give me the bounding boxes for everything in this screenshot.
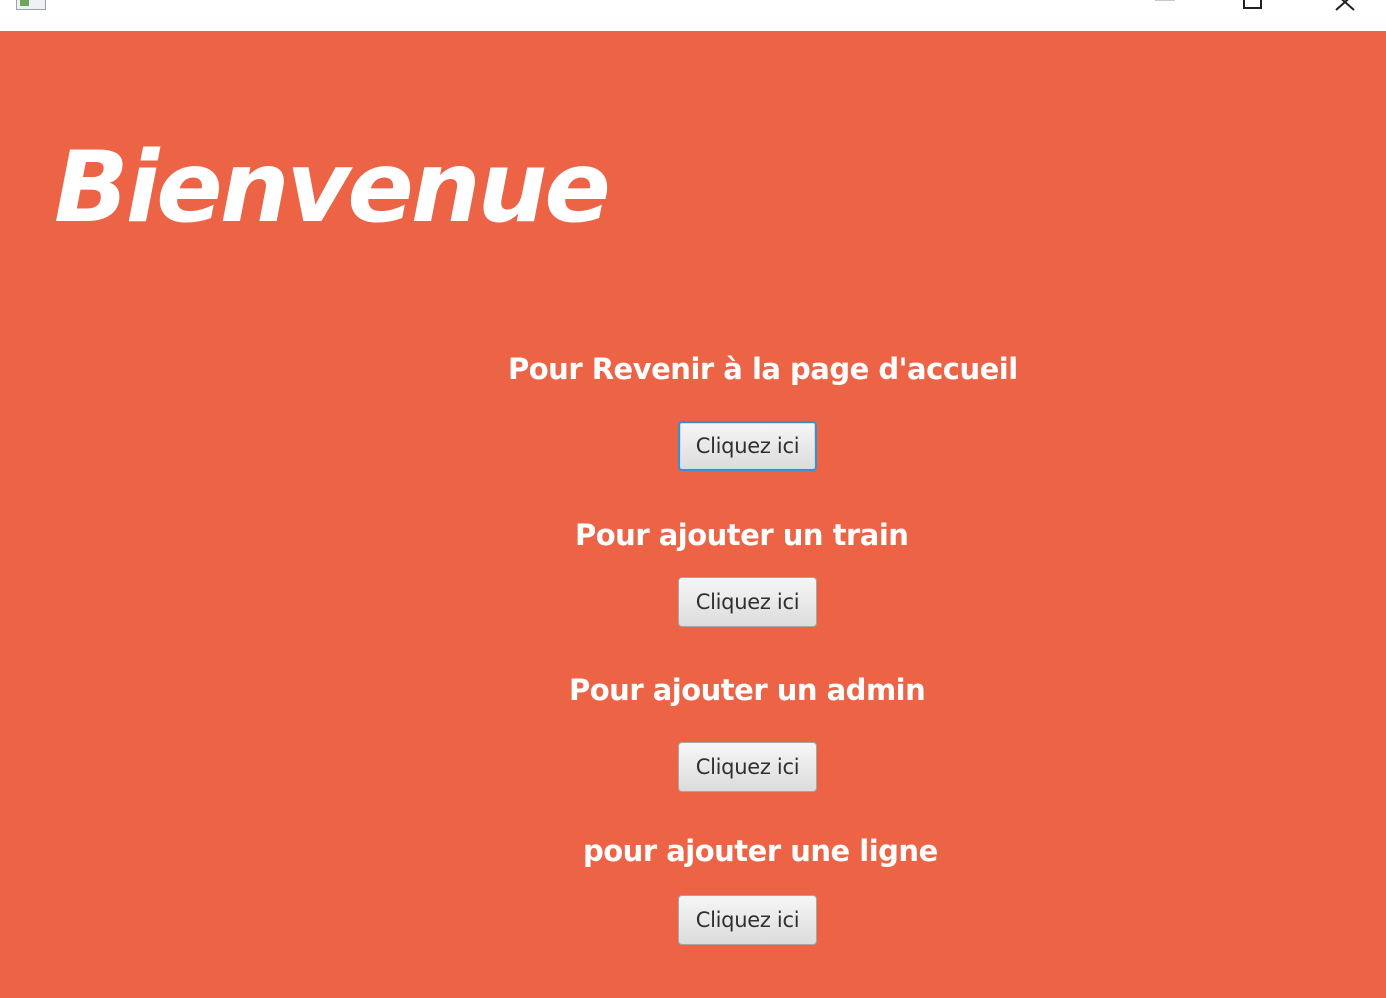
section-label-add-admin: Pour ajouter un admin (569, 673, 926, 707)
maximize-button[interactable] (1232, 0, 1278, 31)
main-panel: Bienvenue Pour Revenir à la page d'accue… (0, 31, 1386, 998)
add-admin-button[interactable]: Cliquez ici (678, 742, 817, 792)
app-icon (16, 0, 46, 10)
close-icon (1335, 0, 1355, 11)
app-window: Bienvenue Pour Revenir à la page d'accue… (0, 0, 1386, 998)
section-label-home: Pour Revenir à la page d'accueil (508, 352, 1018, 386)
welcome-title: Bienvenue (54, 131, 611, 245)
section-label-add-train: Pour ajouter un train (575, 518, 909, 552)
section-label-add-line: pour ajouter une ligne (583, 834, 938, 868)
go-home-button[interactable]: Cliquez ici (678, 421, 817, 471)
add-train-button[interactable]: Cliquez ici (678, 577, 817, 627)
minimize-button[interactable] (1140, 0, 1186, 31)
add-line-button[interactable]: Cliquez ici (678, 895, 817, 945)
close-button[interactable] (1322, 0, 1368, 31)
title-bar[interactable] (0, 0, 1386, 31)
